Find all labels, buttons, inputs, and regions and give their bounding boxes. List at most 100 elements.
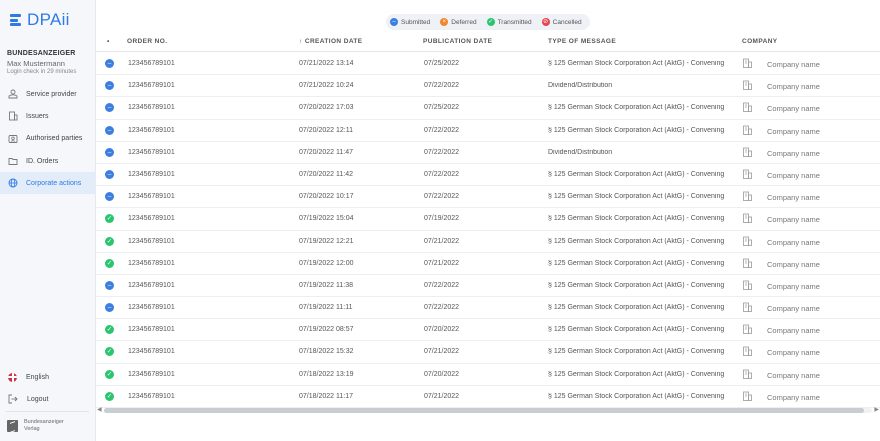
company-building-icon[interactable] <box>743 258 752 270</box>
status-legend: – Submitted × Deferred ✓ Transmitted ⊘ Cance… <box>386 14 590 30</box>
company-building-icon[interactable] <box>743 102 752 114</box>
submitted-icon: – <box>105 169 114 179</box>
publication-date-cell: 07/25/2022 <box>424 104 460 112</box>
language-switcher[interactable]: English <box>0 366 96 388</box>
sidebar-item-service-provider[interactable]: Service provider <box>0 83 96 105</box>
creation-date-cell: 07/20/2022 11:42 <box>299 170 353 178</box>
table-row[interactable]: – 123456789101 07/20/2022 12:11 07/22/2022 §… <box>96 120 880 142</box>
status-cell: – <box>105 103 114 113</box>
status-cell: – <box>105 147 114 157</box>
company-building-icon[interactable] <box>743 391 752 403</box>
company-building-icon[interactable] <box>743 213 752 225</box>
table-row[interactable]: – 123456789101 07/21/2022 13:14 07/25/2022 §… <box>96 53 880 76</box>
order-no-cell[interactable]: 123456789101 <box>128 171 175 178</box>
type-of-message-cell: § 125 German Stock Corporation Act (AktG… <box>548 259 725 267</box>
legend-submitted: – Submitted <box>390 18 430 26</box>
status-column-header[interactable]: • <box>107 38 110 45</box>
publisher-logo-icon <box>7 420 18 432</box>
scroll-left-icon[interactable]: ◀ <box>97 406 102 413</box>
order-no-cell[interactable]: 123456789101 <box>128 215 175 222</box>
logout-button[interactable]: Logout <box>0 388 96 410</box>
status-cell: ✓ <box>105 369 114 379</box>
table-row[interactable]: – 123456789101 07/20/2022 10:17 07/22/2022 §… <box>96 186 880 209</box>
company-building-icon[interactable] <box>743 369 752 381</box>
table-row[interactable]: ✓ 123456789101 07/18/2022 13:19 07/20/2022 §… <box>96 364 880 386</box>
transmitted-icon: ✓ <box>105 258 114 268</box>
order-no-cell[interactable]: 123456789101 <box>128 193 175 200</box>
logout-icon <box>8 394 18 404</box>
submitted-icon: – <box>105 303 114 313</box>
table-row[interactable]: – 123456789101 07/20/2022 11:42 07/22/2022 §… <box>96 164 880 187</box>
publication-date-cell: 07/21/2022 <box>424 392 460 400</box>
order-no-cell[interactable]: 123456789101 <box>128 149 175 156</box>
party-icon <box>8 134 18 144</box>
sidebar-item-id-orders[interactable]: ID. Orders <box>0 150 96 172</box>
creation-date-cell: 07/21/2022 10:24 <box>299 82 354 90</box>
sidebar-item-authorised-parties[interactable]: Authorised parties <box>0 128 96 150</box>
table-row[interactable]: ✓ 123456789101 07/19/2022 15:04 07/19/2022 §… <box>96 208 880 231</box>
scrollbar-thumb[interactable] <box>104 408 864 413</box>
type-of-message-header[interactable]: TYPE OF MESSAGE <box>548 38 616 45</box>
sidebar-item-corporate-actions[interactable]: Corporate actions <box>0 172 96 195</box>
order-no-header[interactable]: ORDER NO. <box>127 38 167 45</box>
publisher-sub: Verlag <box>24 426 40 432</box>
table-row[interactable]: ✓ 123456789101 07/19/2022 12:21 07/21/2022 §… <box>96 231 880 253</box>
order-no-cell[interactable]: 123456789101 <box>128 60 175 67</box>
order-no-cell[interactable]: 123456789101 <box>128 393 175 400</box>
order-no-cell[interactable]: 123456789101 <box>128 260 175 267</box>
order-no-cell[interactable]: 123456789101 <box>128 304 175 311</box>
table-row[interactable]: – 123456789101 07/19/2022 11:38 07/22/2022 §… <box>96 275 880 298</box>
publication-date-cell: 07/22/2022 <box>424 193 460 201</box>
publication-date-cell: 07/21/2022 <box>424 259 460 267</box>
app-logo[interactable]: DPAii <box>10 10 70 30</box>
company-building-icon[interactable] <box>743 302 752 314</box>
type-of-message-cell: § 125 German Stock Corporation Act (AktG… <box>548 392 725 400</box>
order-no-cell[interactable]: 123456789101 <box>128 371 175 378</box>
order-no-cell[interactable]: 123456789101 <box>128 326 175 333</box>
order-no-cell[interactable]: 123456789101 <box>128 238 175 245</box>
company-building-icon[interactable] <box>743 80 752 92</box>
publication-date-cell: 07/22/2022 <box>424 304 460 312</box>
table-row[interactable]: – 123456789101 07/20/2022 11:47 07/22/2022 D… <box>96 142 880 164</box>
company-building-icon[interactable] <box>743 147 752 159</box>
company-header[interactable]: COMPANY <box>742 38 778 45</box>
creation-date-cell: 07/19/2022 12:00 <box>299 259 354 267</box>
table-row[interactable]: ✓ 123456789101 07/18/2022 15:32 07/21/2022 §… <box>96 341 880 364</box>
company-building-icon[interactable] <box>743 236 752 248</box>
order-no-cell[interactable]: 123456789101 <box>128 127 175 134</box>
table-row[interactable]: ✓ 123456789101 07/19/2022 12:00 07/21/2022 §… <box>96 253 880 275</box>
sidebar-bottom: English Logout <box>0 366 96 410</box>
user-name: Max Mustermann <box>7 59 65 68</box>
horizontal-scrollbar[interactable]: ◀ ▶ <box>96 405 880 415</box>
sidebar-item-issuers[interactable]: Issuers <box>0 105 96 127</box>
company-building-icon[interactable] <box>743 280 752 292</box>
table-row[interactable]: – 123456789101 07/20/2022 17:03 07/25/2022 §… <box>96 97 880 120</box>
table-row[interactable]: ✓ 123456789101 07/19/2022 08:57 07/20/2022 §… <box>96 319 880 342</box>
cancelled-icon: ⊘ <box>541 18 550 26</box>
order-no-cell[interactable]: 123456789101 <box>128 348 175 355</box>
type-of-message-cell: § 125 German Stock Corporation Act (AktG… <box>548 193 725 201</box>
publication-date-header[interactable]: PUBLICATION DATE <box>423 38 492 45</box>
status-cell: – <box>105 169 114 179</box>
company-building-icon[interactable] <box>743 324 752 336</box>
company-building-icon[interactable] <box>743 191 752 203</box>
submitted-icon: – <box>390 18 398 26</box>
type-of-message-cell: § 125 German Stock Corporation Act (AktG… <box>548 215 725 223</box>
company-building-icon[interactable] <box>743 169 752 181</box>
company-building-icon[interactable] <box>743 346 752 358</box>
table-row[interactable]: – 123456789101 07/19/2022 11:11 07/22/2022 §… <box>96 297 880 320</box>
company-building-icon[interactable] <box>743 58 752 70</box>
company-building-icon[interactable] <box>743 125 752 137</box>
publication-date-cell: 07/19/2022 <box>424 215 460 223</box>
company-name-cell: Company name <box>767 126 820 136</box>
legend-label: Cancelled <box>552 18 582 26</box>
publication-date-cell: 07/21/2022 <box>424 348 460 356</box>
scroll-right-icon[interactable]: ▶ <box>874 406 879 413</box>
creation-date-header[interactable]: ↑ CREATION DATE <box>299 38 363 45</box>
order-no-cell[interactable]: 123456789101 <box>128 282 175 289</box>
table-row[interactable]: – 123456789101 07/21/2022 10:24 07/22/2022 D… <box>96 75 880 98</box>
legend-deferred: × Deferred <box>440 18 477 26</box>
order-no-cell[interactable]: 123456789101 <box>128 104 175 111</box>
publication-date-cell: 07/20/2022 <box>424 326 460 334</box>
order-no-cell[interactable]: 123456789101 <box>128 82 175 89</box>
